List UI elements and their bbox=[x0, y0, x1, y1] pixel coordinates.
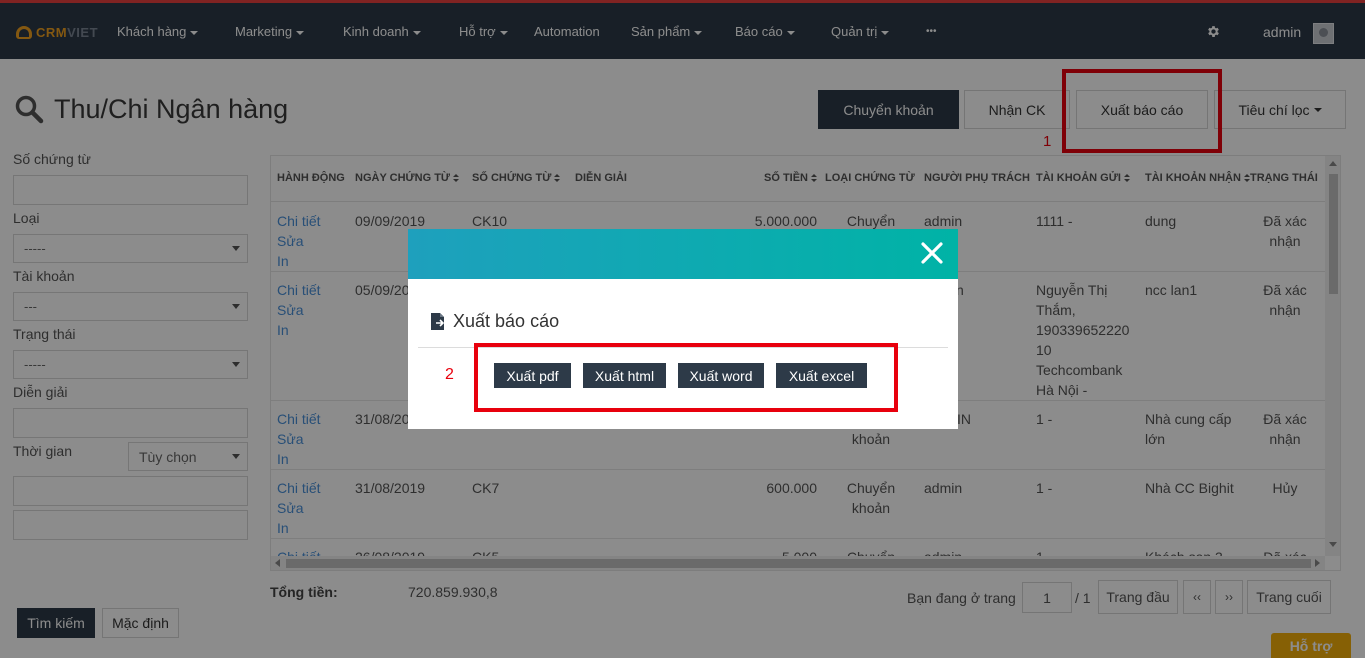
modal-header bbox=[408, 229, 958, 279]
modal-title: Xuất báo cáo bbox=[430, 311, 559, 332]
annotation-number-2: 2 bbox=[445, 366, 454, 383]
close-icon[interactable] bbox=[920, 241, 944, 265]
file-export-icon bbox=[431, 313, 445, 330]
modal-title-text: Xuất báo cáo bbox=[453, 311, 560, 331]
annotation-box-2 bbox=[474, 343, 898, 412]
